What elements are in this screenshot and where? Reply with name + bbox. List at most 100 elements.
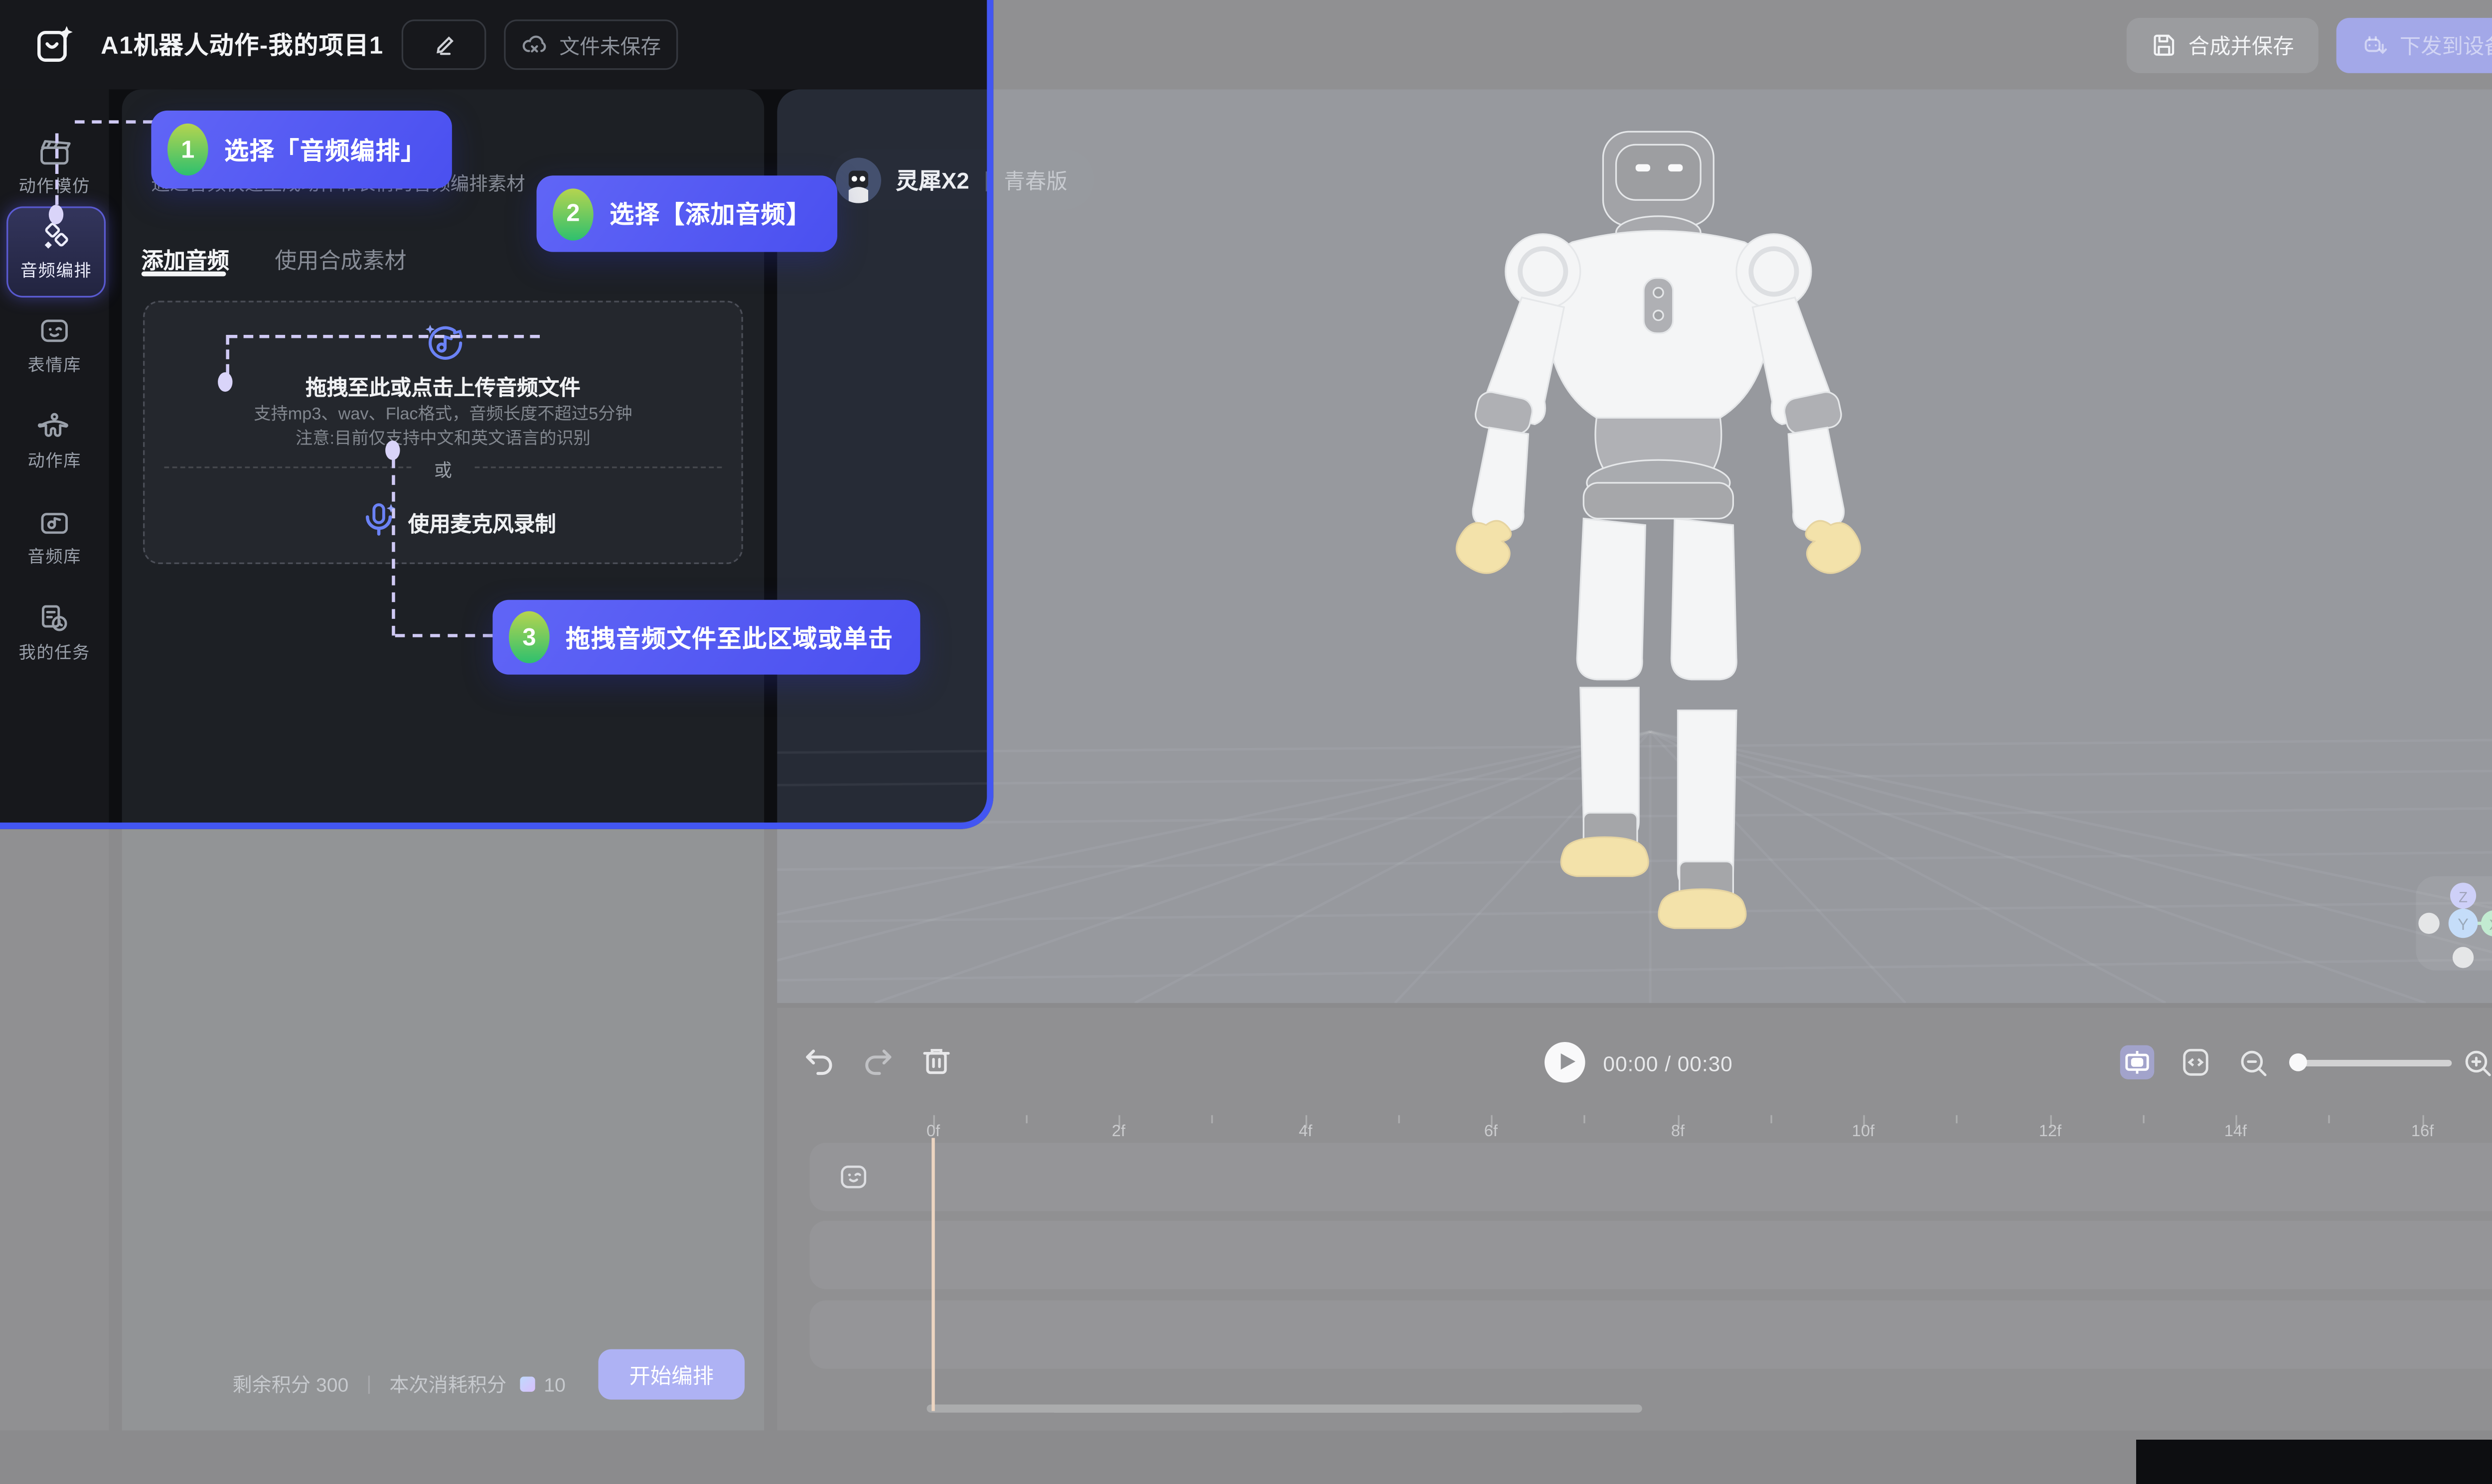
panel-tabs: 添加音频 使用合成素材 — [138, 232, 410, 284]
robot-face-icon — [37, 314, 72, 348]
playhead-line — [932, 1138, 934, 1411]
delete-button[interactable] — [919, 1043, 954, 1079]
step-number-badge: 1 — [167, 124, 208, 175]
axis-gizmo[interactable]: Z X Y — [2416, 876, 2492, 970]
upload-note: 注意:目前仅支持中文和英文语言的识别 — [145, 426, 741, 450]
fit-timeline-button[interactable] — [2179, 1045, 2213, 1080]
start-arrange-button[interactable]: 开始编排 — [598, 1349, 745, 1400]
task-list-icon — [37, 601, 72, 636]
clapperboard-icon — [37, 135, 72, 169]
connector-line — [228, 335, 540, 338]
robot-model-name: 灵犀X2 — [896, 163, 969, 196]
rename-button[interactable] — [402, 19, 486, 70]
robot-download-icon — [2361, 31, 2388, 58]
divider: | — [366, 1372, 371, 1395]
audio-arrange-icon — [39, 219, 73, 254]
zoom-slider-thumb[interactable] — [2289, 1053, 2307, 1071]
robot-3d-viewport[interactable]: 灵犀X2 | 青春版 Z X Y — [777, 89, 2492, 1003]
connector-line — [392, 458, 395, 636]
running-person-icon — [1018, 1158, 1041, 1181]
tutorial-step-3: 3 拖拽音频文件至此区域或单击 — [492, 600, 919, 675]
connector-dot — [49, 205, 63, 224]
audio-library-icon — [37, 506, 72, 540]
motion-track[interactable] — [810, 1221, 2492, 1289]
upload-title: 拖拽至此或点击上传音频文件 — [145, 371, 741, 402]
active-tab-underline — [142, 272, 226, 277]
axis-neg-x-dot — [2418, 913, 2439, 934]
person-icon — [37, 410, 72, 444]
audio-track-icon — [837, 1319, 870, 1351]
clip-thumbnail — [943, 1151, 1006, 1213]
project-title: A1机器人动作-我的项目1 — [101, 27, 384, 62]
sidebar-item-label: 动作模仿 — [19, 174, 91, 198]
ruler-label: 14f — [2211, 1123, 2260, 1141]
step-text: 选择【添加音频】 — [610, 197, 811, 231]
robot-model-badge[interactable]: 灵犀X2 | 青春版 — [827, 149, 1093, 210]
mic-record-label: 使用麦克风录制 — [408, 507, 556, 538]
play-button[interactable] — [1545, 1042, 1585, 1083]
file-status-button[interactable]: 文件未保存 — [504, 19, 677, 70]
tutorial-step-1: 1 选择「音频编排」 — [151, 111, 452, 189]
motion-track-icon — [837, 1452, 870, 1484]
sidebar-item-label: 音频编排 — [20, 259, 92, 283]
humanoid-robot — [1414, 122, 1902, 943]
ruler-label: 8f — [1654, 1123, 1703, 1141]
sidebar-item-label: 音频库 — [27, 545, 81, 569]
audio-upload-dropzone[interactable]: 拖拽至此或点击上传音频文件 支持mp3、wav、Flac格式，音频长度不超过5分… — [143, 300, 743, 564]
undo-button[interactable] — [801, 1043, 837, 1079]
badge-divider: | — [984, 167, 989, 192]
sidebar-item-motion-lib[interactable]: 动作库 — [0, 410, 109, 473]
sidebar-item-motion-mimic[interactable]: 动作模仿 — [0, 135, 109, 198]
app-logo-icon — [32, 22, 78, 67]
audio-track[interactable] — [810, 1301, 2492, 1369]
deploy-button[interactable]: 下发到设备 — [2336, 17, 2492, 72]
clip-trim-handle-left[interactable] — [939, 1172, 944, 1193]
or-label: 或 — [145, 457, 741, 483]
sidebar-item-label: 我的任务 — [19, 640, 91, 665]
axis-y-label: Y — [2458, 915, 2469, 933]
timeline-horizontal-scrollbar[interactable] — [927, 1404, 1642, 1412]
connector-line — [75, 120, 153, 124]
sidebar-item-expression-lib[interactable]: 表情库 — [0, 314, 109, 377]
audio-arrange-panel: 音频编排 通过音频快速生成动作和表情的音频编排素材 添加音频 使用合成素材 拖拽… — [122, 89, 765, 1430]
sidebar-item-label: 表情库 — [27, 353, 81, 377]
record-with-mic-button[interactable]: 使用麦克风录制 — [145, 499, 741, 541]
timeline-clip-walk-pose[interactable]: 超帅走路姿势 — [933, 1143, 1245, 1222]
clip-trim-handle-right[interactable] — [1234, 1172, 1239, 1193]
axis-x-label: X — [2489, 917, 2492, 933]
axis-neg-z-dot — [2453, 947, 2474, 968]
zoom-in-icon[interactable] — [2462, 1047, 2492, 1079]
step-number-badge: 2 — [553, 188, 594, 240]
robot-edition: 青春版 — [1004, 164, 1067, 195]
tutorial-step-2: 2 选择【添加音频】 — [536, 175, 837, 252]
save-button[interactable]: 合成并保存 — [2127, 17, 2319, 72]
gem-icon — [516, 1373, 537, 1394]
panel-footer: 剩余积分 300 | 本次消耗积分10 开始编排 — [122, 1349, 765, 1418]
tab-use-synth-material[interactable]: 使用合成素材 — [272, 232, 410, 284]
zoom-slider[interactable] — [2296, 1060, 2452, 1065]
step-number-badge: 3 — [509, 611, 550, 663]
ruler-label: 6f — [1466, 1123, 1515, 1141]
cost-credits: 本次消耗积分10 — [389, 1369, 566, 1397]
sidebar-item-audio-lib[interactable]: 音频库 — [0, 506, 109, 569]
track-view-toggle[interactable] — [2120, 1045, 2155, 1080]
ruler-label: 12f — [2026, 1123, 2075, 1141]
connector-dot — [385, 441, 400, 460]
zoom-out-icon[interactable] — [2237, 1047, 2270, 1079]
connector-line — [55, 133, 59, 205]
expression-track-icon — [837, 1161, 870, 1193]
tab-add-audio[interactable]: 添加音频 — [138, 232, 232, 284]
timeline-panel: 00:00 / 00:30 0f 2f 4f — [777, 1008, 2492, 1431]
floppy-icon — [2151, 32, 2177, 58]
timeline-controls: 00:00 / 00:30 — [777, 1008, 2492, 1115]
axis-z-label: Z — [2459, 889, 2468, 905]
pencil-icon — [432, 32, 456, 57]
track-volume-icon[interactable] — [902, 1319, 934, 1351]
ruler-label: 4f — [1281, 1123, 1330, 1141]
top-bar: A1机器人动作-我的项目1 文件未保存 合成并保存 下发到设备 — [0, 0, 2492, 89]
ruler-label: 10f — [1839, 1123, 1887, 1141]
step-text: 拖拽音频文件至此区域或单击 — [566, 620, 893, 654]
clip-label: 超帅走路姿势 — [1046, 1159, 1163, 1187]
redo-button[interactable] — [860, 1043, 896, 1079]
sidebar-item-my-tasks[interactable]: 我的任务 — [0, 601, 109, 665]
